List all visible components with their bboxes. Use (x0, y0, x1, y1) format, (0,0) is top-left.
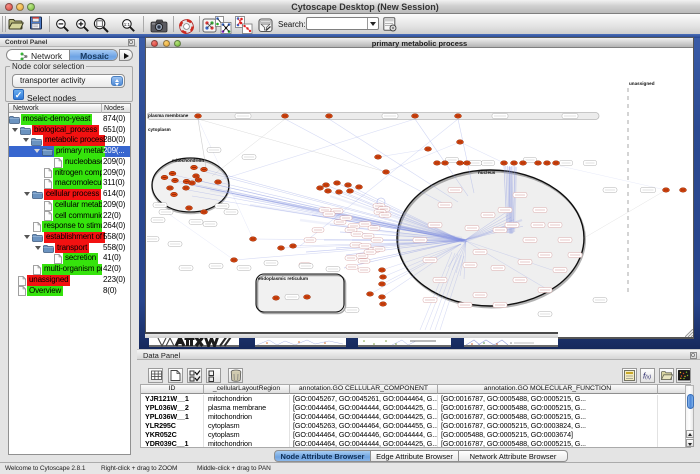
svg-text:nucleus: nucleus (478, 170, 496, 175)
svg-text:unassigned: unassigned (629, 81, 655, 86)
svg-text:f(x): f(x) (643, 372, 651, 381)
svg-text:mitochondrion: mitochondrion (172, 158, 204, 163)
svg-text:endoplasmic reticulum: endoplasmic reticulum (258, 276, 308, 281)
svg-text:cytoplasm: cytoplasm (148, 127, 171, 132)
svg-text:plasma membrane: plasma membrane (148, 113, 189, 118)
svg-text:1:1: 1:1 (124, 22, 131, 27)
